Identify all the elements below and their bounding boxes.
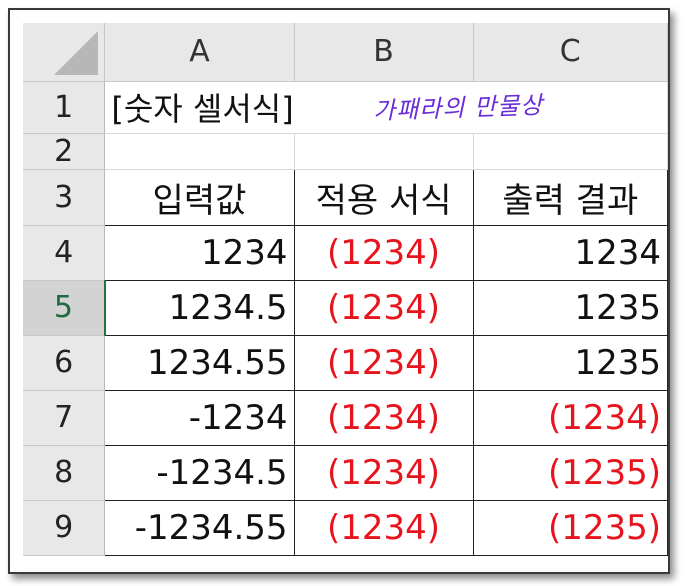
row-header-7[interactable]: 7 [23,390,106,446]
column-header-c[interactable]: C [473,23,668,82]
cell-b6[interactable]: (1234) [293,334,474,391]
cell-c4[interactable]: 1234 [472,224,668,281]
row-header-9[interactable]: 9 [23,500,106,556]
cell-c7[interactable]: (1234) [472,389,668,446]
cell-c9[interactable]: (1235) [472,499,668,556]
cell-c2[interactable] [473,133,668,170]
select-all-corner[interactable] [23,23,106,82]
cell-b8[interactable]: (1234) [293,444,474,501]
column-header-a[interactable]: A [104,23,295,82]
row-header-5[interactable]: 5 [23,280,106,336]
watermark-handwriting: 가패라의 만물상 [373,90,545,125]
row-header-1[interactable]: 1 [23,81,106,134]
cell-c8[interactable]: (1235) [472,444,668,501]
cell-a8[interactable]: -1234.5 [104,444,295,501]
select-all-triangle-icon [54,30,99,75]
cell-b5[interactable]: (1234) [293,279,474,336]
screenshot-frame: A B C 1 [숫자 셀서식] 가패라의 만물상 2 3 입력값 적용 서식 … [8,8,670,574]
row-header-8[interactable]: 8 [23,445,106,501]
cell-b7[interactable]: (1234) [293,389,474,446]
cell-a1-title[interactable]: [숫자 셀서식] 가패라의 만물상 [104,81,668,134]
spreadsheet-grid: A B C 1 [숫자 셀서식] 가패라의 만물상 2 3 입력값 적용 서식 … [23,23,668,556]
sheet-title: [숫자 셀서식] [111,90,294,128]
cell-c6[interactable]: 1235 [472,334,668,391]
cell-b2[interactable] [294,133,474,170]
column-header-b[interactable]: B [294,23,474,82]
cell-a2[interactable] [104,133,295,170]
cell-b4[interactable]: (1234) [293,224,474,281]
cell-c3-header[interactable]: 출력 결과 [472,168,668,226]
cell-b3-header[interactable]: 적용 서식 [293,168,474,226]
row-header-6[interactable]: 6 [23,335,106,391]
row-header-3[interactable]: 3 [23,169,106,226]
cell-a6[interactable]: 1234.55 [104,334,295,391]
cell-c5[interactable]: 1235 [472,279,668,336]
cell-a5[interactable]: 1234.5 [104,279,295,336]
cell-b9[interactable]: (1234) [293,499,474,556]
cell-a3-header[interactable]: 입력값 [104,168,295,226]
cell-a9[interactable]: -1234.55 [104,499,295,556]
cell-a4[interactable]: 1234 [104,224,295,281]
cell-a7[interactable]: -1234 [104,389,295,446]
row-header-4[interactable]: 4 [23,225,106,281]
row-header-2[interactable]: 2 [23,133,106,170]
